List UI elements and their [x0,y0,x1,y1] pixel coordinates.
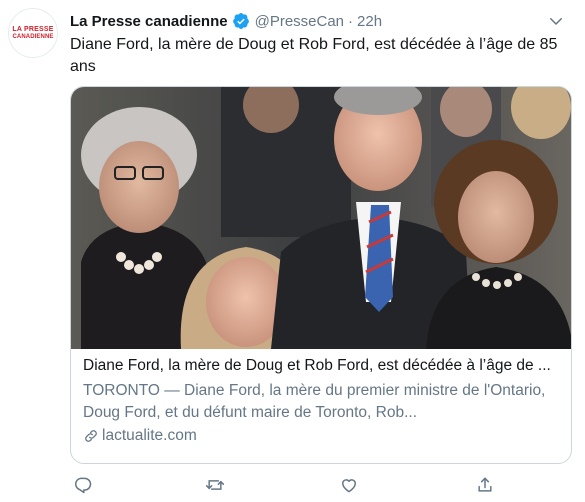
chevron-down-icon[interactable] [547,12,565,30]
tweet-header: La Presse canadienne @PresseCan · 22h [70,10,565,32]
avatar-logo-line1: LA PRESSE [12,25,54,33]
heart-icon[interactable] [338,474,360,496]
share-icon[interactable] [474,474,496,496]
card-domain: lactualite.com [83,427,559,445]
card-body: Diane Ford, la mère de Doug et Rob Ford,… [83,355,559,445]
separator-dot: · [348,12,354,30]
article-photo [71,87,571,349]
display-name[interactable]: La Presse canadienne [70,13,228,30]
link-icon [83,428,99,444]
retweet-icon[interactable] [204,474,226,496]
tweet-actions [70,474,540,498]
reply-icon[interactable] [72,474,94,496]
card-description: TORONTO — Diane Ford, la mère du premier… [83,382,546,421]
user-handle[interactable]: @PresseCan [255,13,344,30]
card-domain-text: lactualite.com [102,427,197,444]
card-title[interactable]: Diane Ford, la mère de Doug et Rob Ford,… [83,355,559,377]
verified-badge-icon [232,12,250,30]
tweet-text: Diane Ford, la mère de Doug et Rob Ford,… [70,36,558,75]
link-card[interactable]: Diane Ford, la mère de Doug et Rob Ford,… [70,86,572,464]
timestamp[interactable]: 22h [357,13,382,30]
avatar[interactable]: LA PRESSE CANADIENNE [8,8,58,58]
avatar-logo-line2: CANADIENNE [12,33,54,40]
